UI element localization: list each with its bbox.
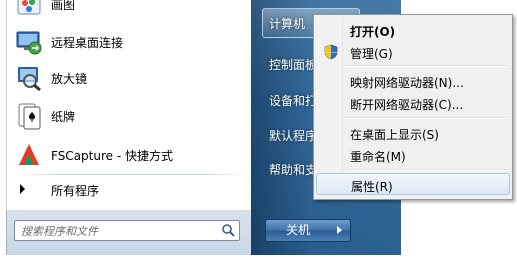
all-programs-label: 所有程序 <box>51 184 100 198</box>
program-label: FSCapture - 快捷方式 <box>51 148 173 163</box>
program-item-remote-desktop[interactable]: 远程桌面连接 <box>7 24 251 60</box>
search-placeholder: 搜索程序和文件 <box>21 225 98 238</box>
menu-item-label: 在桌面上显示(S) <box>350 128 439 142</box>
right-pane-item-control-panel[interactable]: 控制面板 <box>269 56 317 73</box>
menu-item-label: 管理(G) <box>350 47 393 61</box>
menu-separator <box>346 117 508 119</box>
remote-desktop-icon <box>16 31 42 55</box>
menu-item-show-on-desktop[interactable]: 在桌面上显示(S) <box>316 122 510 144</box>
shield-icon <box>324 44 338 60</box>
program-item-paint[interactable]: 画图 <box>7 0 251 22</box>
program-label: 放大镜 <box>51 71 88 86</box>
menu-item-label: 重命名(M) <box>350 150 406 164</box>
menu-item-label: 属性(R) <box>351 180 393 194</box>
right-pane-item-computer[interactable]: 计算机 <box>269 15 305 32</box>
magnifier-icon <box>18 67 41 92</box>
right-pane-item-devices[interactable]: 设备和打 <box>269 92 317 109</box>
program-label: 画图 <box>51 0 76 12</box>
menu-item-properties[interactable]: 属性(R) <box>316 173 510 195</box>
search-input[interactable]: 搜索程序和文件 <box>14 220 240 241</box>
arrow-right-icon <box>337 226 342 234</box>
menu-item-label: 映射网络驱动器(N)... <box>350 76 464 90</box>
arrow-right-icon <box>20 184 25 194</box>
right-pane-item-help[interactable]: 帮助和支 <box>269 161 317 178</box>
divider <box>15 174 247 175</box>
program-label: 纸牌 <box>51 109 76 124</box>
all-programs-button[interactable]: 所有程序 <box>7 177 251 203</box>
menu-item-open[interactable]: 打开(O) <box>316 19 510 41</box>
right-pane-item-default-programs[interactable]: 默认程序 <box>269 127 317 144</box>
menu-item-label: 打开(O) <box>350 25 396 39</box>
program-item-solitaire[interactable]: 纸牌 <box>7 98 251 134</box>
menu-item-label: 断开网络驱动器(C)... <box>350 98 464 112</box>
shutdown-button[interactable]: 关机 <box>265 219 331 242</box>
shutdown-options-button[interactable] <box>330 219 351 242</box>
menu-separator <box>346 65 508 67</box>
menu-item-map-network-drive[interactable]: 映射网络驱动器(N)... <box>316 70 510 92</box>
menu-item-rename[interactable]: 重命名(M) <box>316 144 510 166</box>
menu-item-manage[interactable]: 管理(G) <box>316 41 510 63</box>
solitaire-icon <box>18 103 41 130</box>
program-item-fscapture[interactable]: FSCapture - 快捷方式 <box>7 137 251 173</box>
context-menu: 打开(O) 管理(G) 映射网络驱动器(N)... 断开网络驱动器(C)... … <box>313 14 513 200</box>
program-label: 远程桌面连接 <box>51 35 124 50</box>
menu-separator <box>346 169 508 171</box>
paint-icon <box>17 0 41 15</box>
menu-item-disconnect-network-drive[interactable]: 断开网络驱动器(C)... <box>316 92 510 114</box>
program-item-magnifier[interactable]: 放大镜 <box>7 60 251 96</box>
search-icon[interactable] <box>221 223 235 237</box>
fscapture-icon <box>19 144 39 165</box>
